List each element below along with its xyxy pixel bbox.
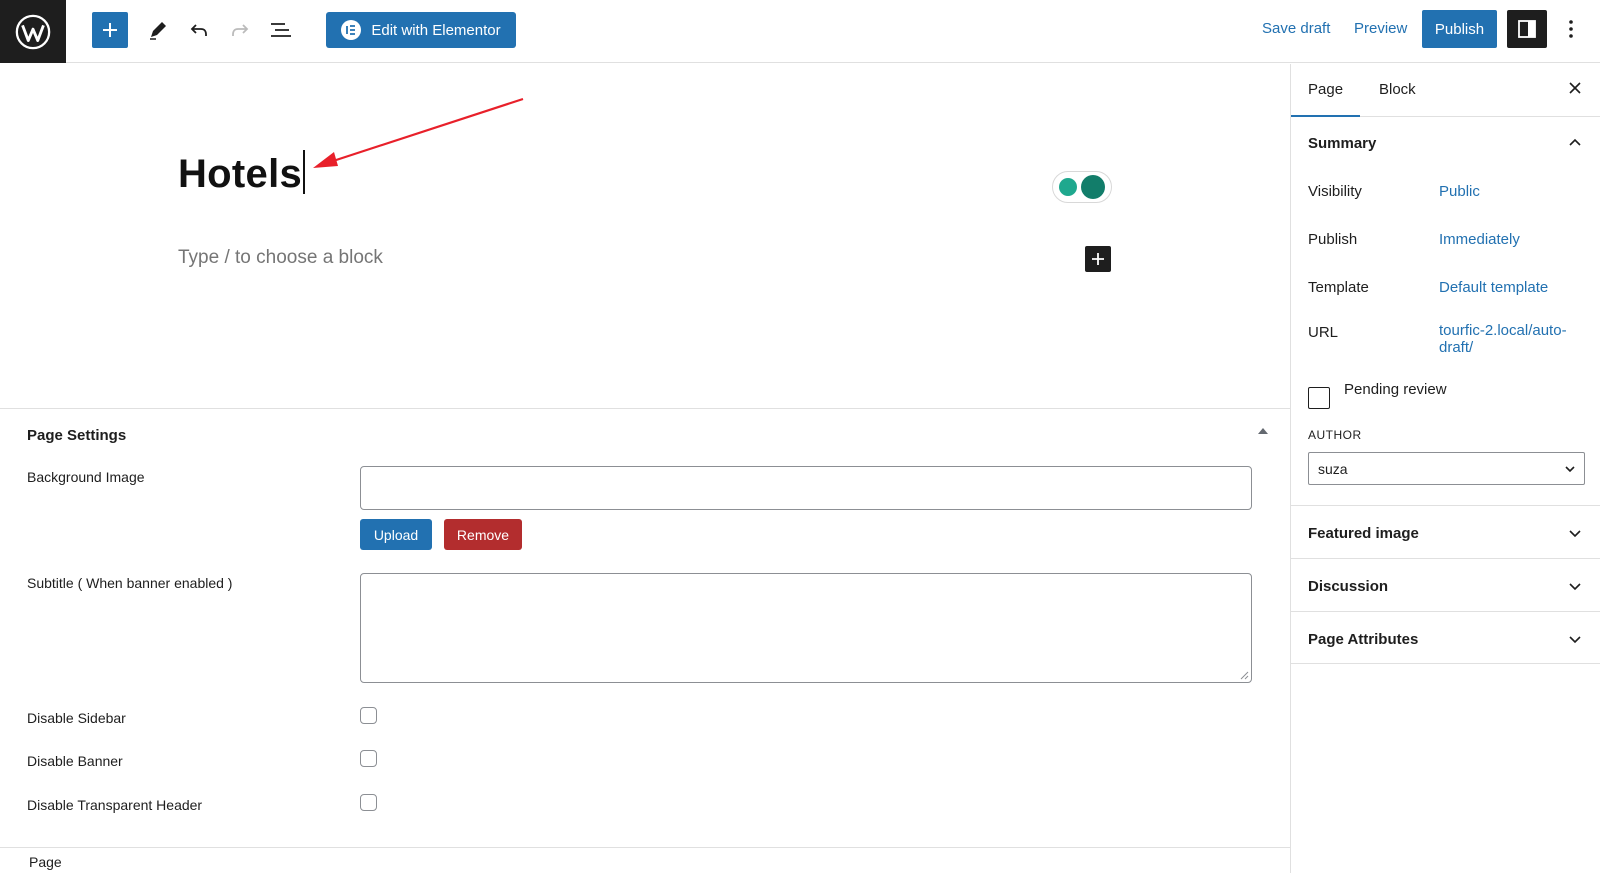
template-value[interactable]: Default template: [1439, 279, 1548, 296]
wordpress-logo-button[interactable]: [0, 0, 66, 63]
discussion-title: Discussion: [1308, 578, 1389, 595]
page-settings-metabox: Page Settings Background Image Upload Re…: [0, 408, 1290, 848]
disable-sidebar-label: Disable Sidebar: [27, 710, 126, 726]
page-attributes-title: Page Attributes: [1308, 631, 1419, 648]
chevron-down-icon: [1569, 583, 1581, 591]
inline-add-block-button[interactable]: [1085, 246, 1111, 272]
chevron-down-icon: [1565, 466, 1575, 473]
tools-edit-button[interactable]: [140, 12, 176, 48]
settings-toggle-button[interactable]: [1507, 10, 1547, 48]
chevron-down-icon: [1569, 636, 1581, 644]
plus-icon: [103, 23, 117, 37]
breadcrumb[interactable]: Page: [29, 854, 62, 870]
chevron-up-icon: [1569, 138, 1581, 146]
editor-header: Edit with Elementor Save draft Preview P…: [0, 0, 1600, 63]
block-placeholder[interactable]: Type / to choose a block: [178, 247, 383, 269]
summary-title: Summary: [1308, 135, 1377, 152]
grammar-status-icon: [1081, 175, 1105, 199]
disable-banner-label: Disable Banner: [27, 753, 123, 769]
url-label: URL: [1308, 324, 1339, 341]
editor-footer: Page: [0, 847, 1290, 873]
plus-icon: [1092, 253, 1104, 265]
author-value: suza: [1318, 460, 1348, 477]
wordpress-icon: [15, 14, 51, 49]
publish-date-value[interactable]: Immediately: [1439, 231, 1520, 248]
chevron-down-icon: [1569, 530, 1581, 538]
author-caption: AUTHOR: [1308, 428, 1362, 442]
page-settings-title: Page Settings: [27, 427, 127, 444]
featured-image-panel[interactable]: Featured image: [1291, 505, 1600, 558]
publish-label: Publish: [1308, 231, 1358, 248]
publish-button[interactable]: Publish: [1422, 10, 1497, 48]
url-value-line2: draft/: [1439, 339, 1474, 356]
annotation-arrow-icon: [313, 97, 524, 168]
disable-transparent-header-label: Disable Transparent Header: [27, 797, 203, 813]
document-overview-button[interactable]: [263, 12, 299, 48]
list-view-icon: [271, 23, 291, 37]
pencil-icon: [150, 22, 166, 40]
elementor-icon: [341, 20, 362, 40]
disable-transparent-header-checkbox[interactable]: [360, 794, 377, 811]
visibility-label: Visibility: [1308, 183, 1362, 200]
upload-button[interactable]: Upload: [360, 519, 432, 550]
background-image-input[interactable]: [360, 466, 1252, 510]
undo-button[interactable]: [181, 12, 217, 48]
more-vertical-icon: [1569, 20, 1573, 38]
url-value[interactable]: tourfic-2.local/auto- draft/: [1439, 322, 1567, 356]
sidebar-tabs: Page Block: [1290, 64, 1600, 117]
editor-canvas: Hotels Type / to choose a block: [0, 64, 1290, 409]
sidebar-icon: [1518, 20, 1536, 38]
subtitle-label: Subtitle ( When banner enabled ): [27, 575, 233, 591]
redo-button[interactable]: [222, 12, 258, 48]
edit-with-elementor-button[interactable]: Edit with Elementor: [326, 12, 516, 48]
tab-block[interactable]: Block: [1379, 81, 1416, 98]
pending-review-label: Pending review: [1344, 381, 1447, 398]
subtitle-textarea[interactable]: [360, 573, 1252, 683]
save-draft-button[interactable]: Save draft: [1262, 20, 1330, 37]
featured-image-title: Featured image: [1308, 525, 1419, 542]
preview-button[interactable]: Preview: [1354, 20, 1407, 37]
settings-sidebar: Page Block Summary Visibility Public Pub…: [1290, 64, 1600, 873]
disable-sidebar-checkbox[interactable]: [360, 707, 377, 724]
template-label: Template: [1308, 279, 1369, 296]
discussion-panel[interactable]: Discussion: [1291, 558, 1600, 611]
visibility-value[interactable]: Public: [1439, 183, 1480, 200]
add-block-button[interactable]: [92, 12, 128, 48]
undo-icon: [190, 24, 207, 36]
grammar-assistant-widget[interactable]: [1052, 171, 1112, 203]
disable-banner-checkbox[interactable]: [360, 750, 377, 767]
post-title[interactable]: Hotels: [178, 150, 305, 197]
pending-review-checkbox[interactable]: [1308, 387, 1330, 409]
collapse-triangle-icon[interactable]: [1258, 427, 1268, 435]
close-icon[interactable]: [1567, 80, 1583, 96]
more-options-button[interactable]: [1556, 10, 1586, 48]
summary-panel-header[interactable]: Summary: [1291, 117, 1600, 169]
background-image-label: Background Image: [27, 469, 145, 485]
url-value-line1: tourfic-2.local/auto-: [1439, 322, 1567, 339]
page-attributes-panel[interactable]: Page Attributes: [1291, 611, 1600, 664]
redo-icon: [232, 24, 249, 36]
author-select[interactable]: suza: [1308, 452, 1585, 485]
resize-handle-icon[interactable]: [1240, 671, 1249, 680]
elementor-label: Edit with Elementor: [371, 21, 501, 39]
post-title-text: Hotels: [178, 152, 303, 196]
tab-page[interactable]: Page: [1290, 81, 1361, 117]
grammar-bulb-icon: [1059, 178, 1077, 196]
remove-button[interactable]: Remove: [444, 519, 522, 550]
